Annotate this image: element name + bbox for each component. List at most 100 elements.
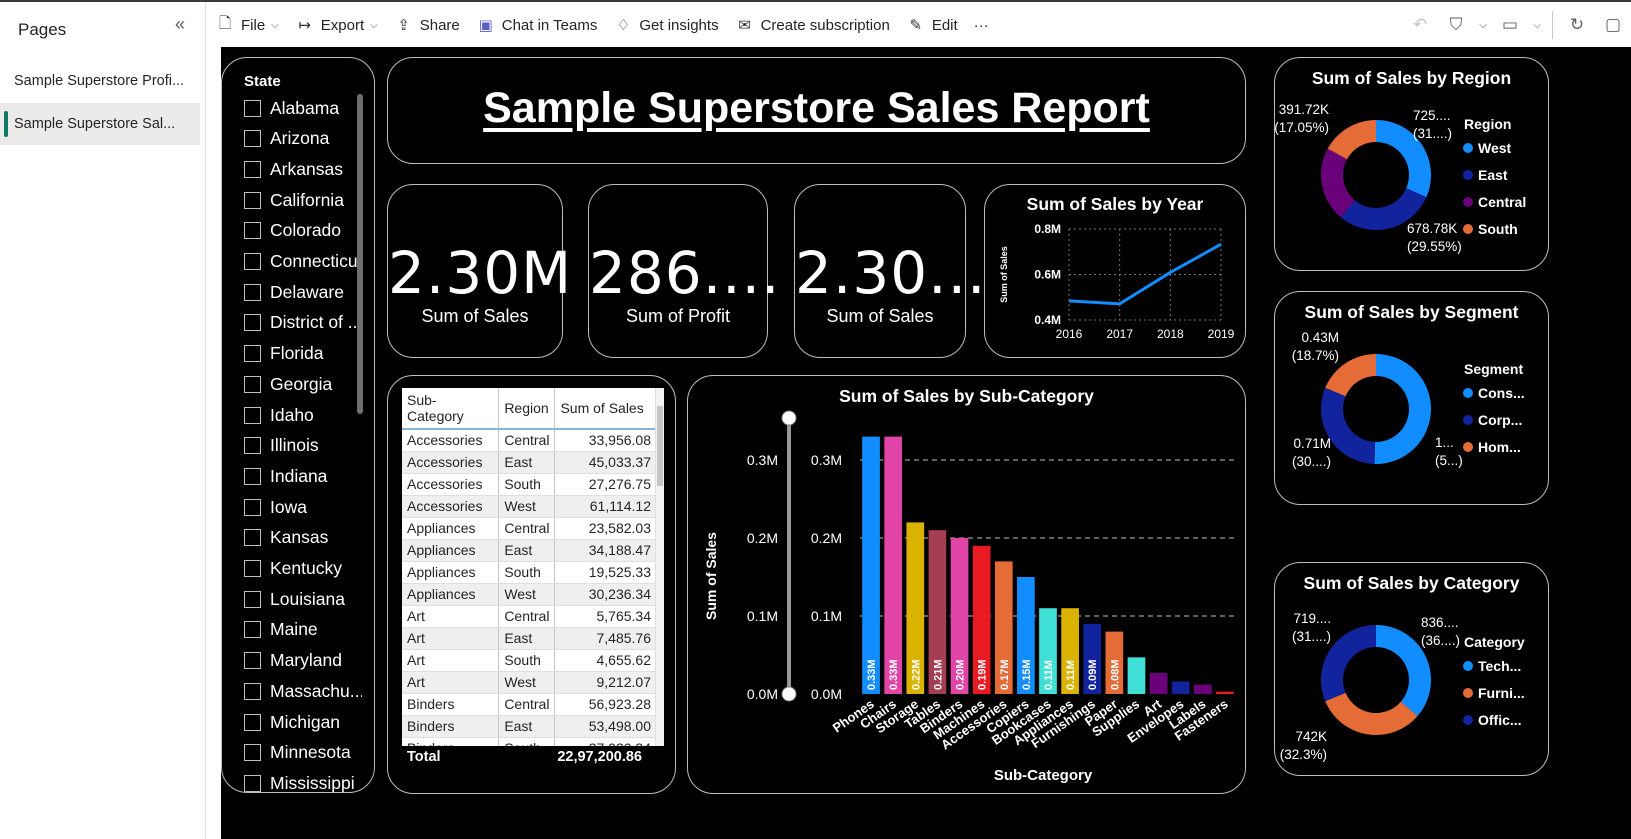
checkbox[interactable] <box>244 467 261 485</box>
bookmark-icon[interactable]: ⛉ <box>1438 15 1474 35</box>
legend-item[interactable]: Hom... <box>1478 439 1521 455</box>
column-header[interactable]: Sub-Category <box>402 388 500 430</box>
state-option[interactable]: Indiana <box>244 462 362 490</box>
bar[interactable] <box>1216 691 1234 694</box>
export-menu[interactable]: ↦ Export ⌵ <box>287 2 386 48</box>
checkbox[interactable] <box>244 621 261 639</box>
checkbox[interactable] <box>244 345 261 363</box>
table-row[interactable]: Appliances West 30,236.34 <box>402 583 657 606</box>
state-option[interactable]: Georgia <box>244 370 362 398</box>
state-option[interactable]: Arkansas <box>244 155 362 183</box>
state-option[interactable]: Illinois <box>244 432 362 460</box>
zoom-slider-handle-top[interactable] <box>781 410 797 426</box>
checkbox[interactable] <box>244 375 261 393</box>
state-option[interactable]: Alabama <box>244 94 362 122</box>
checkbox[interactable] <box>244 222 261 240</box>
legend-item[interactable]: South <box>1478 221 1518 237</box>
bar[interactable] <box>1149 672 1168 694</box>
table-row[interactable]: Accessories Central 33,956.08 <box>402 429 657 452</box>
bar[interactable] <box>862 436 880 694</box>
create-subscription-button[interactable]: ✉ Create subscription <box>727 2 898 48</box>
view-icon[interactable]: ▭ <box>1492 15 1528 35</box>
double-chevron-left-icon[interactable]: « <box>168 14 192 38</box>
chat-in-teams-button[interactable]: ▣ Chat in Teams <box>468 2 606 48</box>
state-option[interactable]: Arizona <box>244 125 362 153</box>
get-insights-button[interactable]: ♢ Get insights <box>605 2 726 48</box>
comment-icon[interactable]: ▢ <box>1595 15 1631 35</box>
table-scrollbar[interactable] <box>655 388 664 746</box>
column-header[interactable]: Region <box>498 388 556 430</box>
state-option[interactable]: Michigan <box>244 708 362 736</box>
checkbox[interactable] <box>244 99 261 117</box>
state-option[interactable]: Mississippi <box>244 769 362 792</box>
bar[interactable] <box>1127 657 1146 694</box>
table-row[interactable]: Binders East 53,498.00 <box>402 715 657 738</box>
page-tab-sales[interactable]: Sample Superstore Sal... <box>0 103 200 145</box>
column-header[interactable]: Sum of Sales <box>554 388 657 430</box>
legend-item[interactable]: Furni... <box>1478 685 1525 701</box>
page-tab-profit[interactable]: Sample Superstore Profi... <box>0 60 200 102</box>
share-button[interactable]: ⇪ Share <box>386 2 468 48</box>
state-option[interactable]: Colorado <box>244 217 362 245</box>
state-option[interactable]: Connecticut <box>244 248 362 276</box>
checkbox[interactable] <box>244 406 261 424</box>
legend-item[interactable]: Central <box>1478 194 1526 210</box>
undo-icon[interactable]: ↶ <box>1402 15 1438 35</box>
slicer-scrollbar[interactable] <box>357 94 363 414</box>
checkbox[interactable] <box>244 314 261 332</box>
state-option[interactable]: Iowa <box>244 493 362 521</box>
state-option[interactable]: Kansas <box>244 524 362 552</box>
table-row[interactable]: Art East 7,485.76 <box>402 627 657 650</box>
state-option[interactable]: District of ... <box>244 309 362 337</box>
legend-item[interactable]: Cons... <box>1478 385 1525 401</box>
bar[interactable] <box>1193 684 1212 694</box>
refresh-icon[interactable]: ↻ <box>1559 15 1595 35</box>
state-option[interactable]: California <box>244 186 362 214</box>
table-row[interactable]: Art South 4,655.62 <box>402 649 657 672</box>
checkbox[interactable] <box>244 437 261 455</box>
checkbox[interactable] <box>244 652 261 670</box>
state-option[interactable]: Idaho <box>244 401 362 429</box>
bar[interactable] <box>1171 681 1190 694</box>
checkbox[interactable] <box>244 498 261 516</box>
checkbox[interactable] <box>244 160 261 178</box>
table-row[interactable]: Art West 9,212.07 <box>402 671 657 694</box>
zoom-slider-handle-bottom[interactable] <box>781 686 797 702</box>
legend-item[interactable]: Corp... <box>1478 412 1522 428</box>
table-row[interactable]: Accessories West 61,114.12 <box>402 495 657 518</box>
checkbox[interactable] <box>244 560 261 577</box>
checkbox[interactable] <box>244 744 261 762</box>
state-option[interactable]: Maryland <box>244 647 362 675</box>
donut-slice[interactable] <box>1321 387 1376 464</box>
table-row[interactable]: Art Central 5,765.34 <box>402 605 657 628</box>
table-row[interactable]: Appliances South 19,525.33 <box>402 561 657 584</box>
file-menu[interactable]: 🗋 File ⌵ <box>207 2 287 48</box>
table-row[interactable]: Accessories East 45,033.37 <box>402 451 657 474</box>
checkbox[interactable] <box>244 191 261 209</box>
table-row[interactable]: Accessories South 27,276.75 <box>402 473 657 496</box>
donut-slice[interactable] <box>1374 354 1432 464</box>
checkbox[interactable] <box>244 774 261 792</box>
state-option[interactable]: Kentucky <box>244 555 362 583</box>
state-option[interactable]: Florida <box>244 340 362 368</box>
legend-item[interactable]: Tech... <box>1478 658 1521 674</box>
checkbox[interactable] <box>244 253 261 270</box>
checkbox[interactable] <box>244 590 261 608</box>
edit-button[interactable]: ✎ Edit <box>898 2 966 48</box>
checkbox[interactable] <box>244 682 261 700</box>
checkbox[interactable] <box>244 283 261 301</box>
table-row[interactable]: Binders Central 56,923.28 <box>402 693 657 716</box>
checkbox[interactable] <box>244 713 261 731</box>
state-option[interactable]: Louisiana <box>244 585 362 613</box>
state-option[interactable]: Maine <box>244 616 362 644</box>
state-option[interactable]: Delaware <box>244 278 362 306</box>
table-row[interactable]: Appliances East 34,188.47 <box>402 539 657 562</box>
state-option[interactable]: Massachu... <box>244 677 362 705</box>
more-options-button[interactable]: ··· <box>966 2 997 48</box>
state-option[interactable]: Minnesota <box>244 739 362 767</box>
legend-item[interactable]: East <box>1478 167 1508 183</box>
checkbox[interactable] <box>244 130 261 148</box>
legend-item[interactable]: West <box>1478 140 1512 156</box>
chevron-down-icon[interactable]: ⌵ <box>1474 20 1492 31</box>
table-row[interactable]: BindersSouth37,030.34 <box>402 737 657 746</box>
